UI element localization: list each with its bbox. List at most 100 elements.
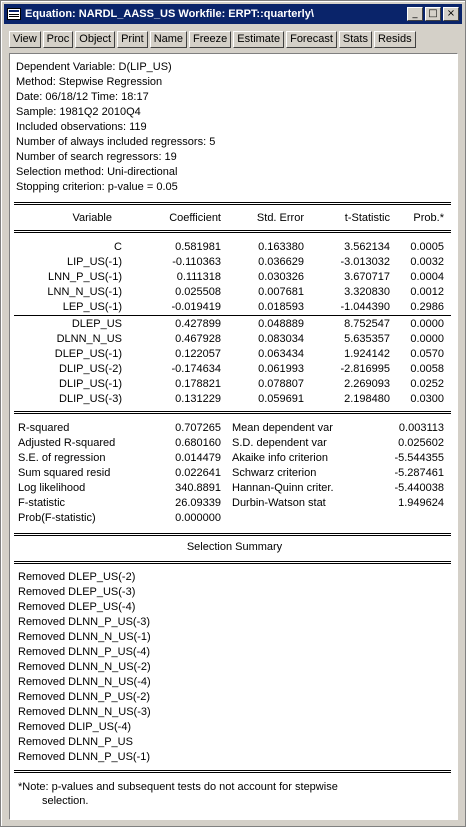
stats-row: F-statistic 26.09339 Durbin-Watson stat 1.9… — [10, 496, 457, 511]
footnote-line-2: selection. — [42, 795, 89, 807]
removed-item: Removed DLEP_US(-2) — [18, 571, 136, 583]
divider — [14, 230, 451, 233]
divider — [14, 411, 451, 414]
footnote: *Note: p-values and subsequent tests do … — [18, 780, 338, 808]
removed-item: Removed DLIP_US(-4) — [18, 721, 132, 733]
variable-cell: DLEP_US — [71, 318, 122, 330]
view-button[interactable]: View — [9, 31, 41, 48]
included-observations: Included observations: 119 — [16, 121, 147, 133]
stat-label: S.D. dependent var — [232, 437, 327, 449]
variable-cell: DLEP_US(-1) — [54, 348, 122, 360]
removed-list: Removed DLEP_US(-2) Removed DLEP_US(-3) Re… — [18, 570, 151, 765]
coef-row: DLIP_US(-2) -0.174634 0.061993 -2.816995 0.0… — [10, 362, 457, 377]
object-button[interactable]: Object — [75, 31, 116, 48]
removed-item: Removed DLEP_US(-4) — [18, 601, 136, 613]
coef-row: LNN_N_US(-1) 0.025508 0.007681 3.320830 0.00… — [10, 285, 457, 300]
coefficient-cell: 0.111318 — [176, 271, 221, 283]
stat-label: Schwarz criterion — [232, 467, 317, 479]
print-button[interactable]: Print — [117, 31, 148, 48]
coef-table-header: Variable Coefficient Std. Error t-Statis… — [10, 211, 457, 226]
equation-window-icon — [7, 8, 21, 20]
minimize-button[interactable]: _ — [407, 7, 423, 21]
t-statistic-cell: 3.320830 — [344, 286, 390, 298]
forecast-button[interactable]: Forecast — [286, 31, 337, 48]
variable-cell: LNN_P_US(-1) — [48, 271, 122, 283]
stats-button[interactable]: Stats — [338, 31, 372, 48]
footnote-line-1: *Note: p-values and subsequent tests do … — [18, 781, 338, 793]
t-statistic-cell: -2.816995 — [340, 363, 390, 375]
coefficient-cell: 0.025508 — [175, 286, 221, 298]
coef-row: DLNN_N_US 0.467928 0.083034 5.635357 0.0000 — [10, 332, 457, 347]
coefficient-cell: 0.427899 — [175, 318, 221, 330]
output-pane[interactable]: Dependent Variable: D(LIP_US) Method: St… — [9, 53, 458, 820]
stat-value: 0.680160 — [175, 437, 221, 449]
prob-cell: 0.0058 — [410, 363, 444, 375]
stats-row: Adjusted R-squared 0.680160 S.D. dependent… — [10, 436, 457, 451]
divider — [14, 202, 451, 205]
estimation-header: Dependent Variable: D(LIP_US) Method: St… — [16, 60, 215, 195]
coefficient-cell: 0.581981 — [175, 241, 221, 253]
divider — [14, 533, 451, 536]
removed-item: Removed DLNN_N_US(-2) — [18, 661, 151, 673]
removed-item: Removed DLNN_P_US(-4) — [18, 646, 151, 658]
variable-cell: LNN_N_US(-1) — [47, 286, 122, 298]
std-error-cell: 0.007681 — [258, 286, 304, 298]
prob-cell: 0.0004 — [410, 271, 444, 283]
coef-row: LEP_US(-1) -0.019419 0.018593 -1.044390 0.29… — [10, 300, 457, 315]
prob-cell: 0.2986 — [410, 301, 444, 313]
proc-button[interactable]: Proc — [42, 31, 74, 48]
title-bar[interactable]: Equation: NARDL_AASS_US Workfile: ERPT::… — [4, 4, 462, 24]
equation-window: Equation: NARDL_AASS_US Workfile: ERPT::… — [0, 0, 466, 827]
removed-item: Removed DLNN_N_US(-4) — [18, 676, 151, 688]
coef-row: LIP_US(-1) -0.110363 0.036629 -3.013032 0.00… — [10, 255, 457, 270]
coefficient-cell: -0.110363 — [172, 256, 221, 268]
col-coefficient: Coefficient — [169, 212, 221, 224]
stat-label: R-squared — [18, 422, 70, 434]
resids-button[interactable]: Resids — [373, 31, 416, 48]
stopping-criterion: Stopping criterion: p-value = 0.05 — [16, 181, 178, 193]
std-error-cell: 0.061993 — [258, 363, 304, 375]
stat-label: Log likelihood — [18, 482, 86, 494]
std-error-cell: 0.059691 — [258, 393, 304, 405]
stats-row: R-squared 0.707265 Mean dependent var 0.003… — [10, 421, 457, 436]
std-error-cell: 0.163380 — [258, 241, 304, 253]
coef-row: C 0.581981 0.163380 3.562134 0.0005 — [10, 240, 457, 255]
name-button[interactable]: Name — [149, 31, 188, 48]
removed-item: Removed DLNN_P_US(-1) — [18, 751, 151, 763]
coef-row: DLEP_US 0.427899 0.048889 8.752547 0.0000 — [10, 317, 457, 332]
stats-row: Log likelihood 340.8891 Hannan-Quinn crite… — [10, 481, 457, 496]
coefficient-cell: 0.131229 — [175, 393, 221, 405]
stats-row: Prob(F-statistic) 0.000000 — [10, 511, 457, 526]
stat-label: F-statistic — [18, 497, 66, 509]
divider — [14, 561, 451, 564]
always-included-count: Number of always included regressors: 5 — [16, 136, 216, 148]
coefficient-cell: 0.122057 — [175, 348, 221, 360]
prob-cell: 0.0570 — [410, 348, 444, 360]
coefficient-cell: 0.467928 — [175, 333, 221, 345]
std-error-cell: 0.030326 — [258, 271, 304, 283]
estimate-button[interactable]: Estimate — [233, 31, 285, 48]
t-statistic-cell: -3.013032 — [340, 256, 390, 268]
removed-item: Removed DLNN_P_US(-3) — [18, 616, 151, 628]
stat-label: Hannan-Quinn criter. — [232, 482, 334, 494]
stat-value: 1.949624 — [398, 497, 444, 509]
stat-label: Sum squared resid — [18, 467, 111, 479]
stat-label: S.E. of regression — [18, 452, 106, 464]
prob-cell: 0.0032 — [410, 256, 444, 268]
coefficient-cell: -0.019419 — [171, 301, 221, 313]
freeze-button[interactable]: Freeze — [189, 31, 232, 48]
prob-cell: 0.0000 — [410, 318, 444, 330]
method: Method: Stepwise Regression — [16, 76, 163, 88]
std-error-cell: 0.063434 — [258, 348, 304, 360]
divider — [14, 315, 451, 316]
sample: Sample: 1981Q2 2010Q4 — [16, 106, 141, 118]
col-t-statistic: t-Statistic — [344, 212, 390, 224]
coef-row: DLIP_US(-1) 0.178821 0.078807 2.269093 0.025… — [10, 377, 457, 392]
close-button[interactable]: × — [443, 7, 459, 21]
t-statistic-cell: 1.924142 — [344, 348, 390, 360]
stats-row: Sum squared resid 0.022641 Schwarz criteri… — [10, 466, 457, 481]
maximize-button[interactable]: □ — [425, 7, 441, 21]
stat-value: 0.707265 — [175, 422, 221, 434]
dependent-variable: Dependent Variable: D(LIP_US) — [16, 61, 172, 73]
t-statistic-cell: 2.198480 — [344, 393, 390, 405]
